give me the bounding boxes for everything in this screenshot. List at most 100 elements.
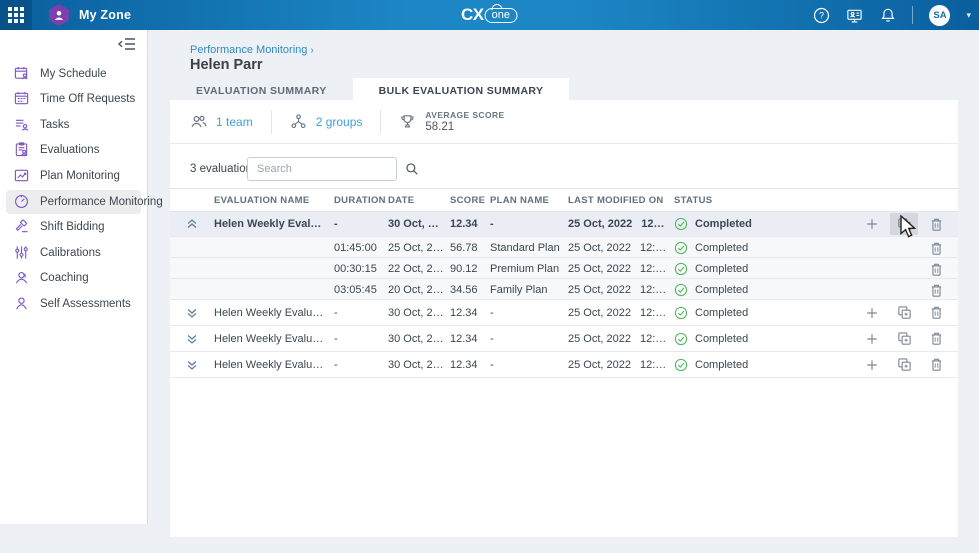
sidebar-item-evaluations[interactable]: Evaluations [6,138,141,162]
status-cell: Completed [674,241,858,255]
add-evaluation-icon[interactable] [858,302,886,324]
help-icon[interactable]: ? [813,7,830,24]
expand-row-icon[interactable] [170,358,214,372]
duration-cell: 03:05:45 [334,284,388,296]
duration-cell: - [334,218,388,230]
row-actions [858,213,958,235]
duration-cell: 00:30:15 [334,263,388,275]
tasks-icon [14,117,30,133]
copy-evaluation-icon[interactable] [890,328,918,350]
collapse-row-icon[interactable] [170,217,214,231]
status-cell: Completed [674,262,858,276]
table-row[interactable]: 03:05:4520 Oct, 202234.56Family Plan25 O… [170,279,958,300]
sidebar-item-tasks[interactable]: Tasks [6,113,141,137]
collapse-sidebar-icon[interactable] [117,36,137,54]
sidebar-item-plan-monitoring[interactable]: Plan Monitoring [6,164,141,188]
delete-evaluation-icon[interactable] [922,302,950,324]
sidebar-item-self-assessments[interactable]: Self Assessments [6,292,141,316]
plan-name-cell: - [490,359,568,371]
completed-check-icon [674,306,688,320]
app-switcher[interactable]: My Zone [48,4,131,26]
sidebar-item-my-schedule[interactable]: My Schedule [6,62,141,86]
sidebar-item-calibrations[interactable]: Calibrations [6,241,141,265]
sidebar-item-label: Shift Bidding [40,221,105,233]
column-header-plan-name: PLAN NAME [490,195,568,206]
average-score-label: AVERAGE SCORE [425,110,504,120]
sidebar-item-label: Tasks [40,119,69,131]
table-row[interactable]: Helen Weekly Evaluation - June…-30 Oct, … [170,212,958,237]
sidebar-item-time-off-requests[interactable]: Time Off Requests [6,87,141,111]
row-actions [858,237,958,259]
bulk-evaluation-card: 1 team 2 groups AVERAGE SCORE 5 [170,100,958,537]
duration-cell: 01:45:00 [334,242,388,254]
top-bar: My Zone CXone ? SA ▾ [0,0,979,30]
app-title: My Zone [79,8,131,22]
delete-evaluation-icon[interactable] [922,237,950,259]
sidebar-item-performance-monitoring[interactable]: Performance Monitoring [6,190,141,214]
table-row[interactable]: 00:30:1522 Oct, 202290.12Premium Plan25 … [170,258,958,279]
delete-evaluation-icon[interactable] [922,354,950,376]
plan-name-cell: - [490,333,568,345]
team-icon [190,113,208,131]
groups-icon [290,113,308,131]
table-row[interactable]: Helen Weekly Evaluation - June 20-30 Oct… [170,300,958,326]
score-cell: 12.34 [450,359,490,371]
sidebar-item-coaching[interactable]: Coaching [6,266,141,290]
svg-text:?: ? [819,10,824,20]
user-menu-chevron-down-icon[interactable]: ▾ [966,10,971,21]
sidebar-item-label: Time Off Requests [40,93,135,105]
add-evaluation-icon[interactable] [858,354,886,376]
status-label: Completed [695,263,748,275]
row-actions [858,328,958,350]
column-header-evaluation-name: EVALUATION NAME [214,195,334,206]
completed-check-icon [674,217,688,231]
breadcrumb-link[interactable]: Performance Monitoring [190,44,307,56]
app-launcher-button[interactable] [0,0,32,30]
table-body: Helen Weekly Evaluation - June…-30 Oct, … [170,212,958,378]
copy-evaluation-icon[interactable] [890,354,918,376]
status-cell: Completed [674,306,858,320]
logo-one-cloud: one [485,8,518,23]
notifications-bell-icon[interactable] [879,7,896,24]
sidebar-item-label: Plan Monitoring [40,170,120,182]
sidebar: My Schedule Time Off Requests Tasks Evaluat… [0,30,148,524]
sidebar-item-shift-bidding[interactable]: Shift Bidding [6,215,141,239]
status-label: Completed [695,284,748,296]
search-input[interactable] [248,163,405,175]
delete-evaluation-icon[interactable] [922,258,950,280]
my-zone-hexagon-icon [48,4,70,26]
copy-evaluation-icon[interactable] [890,302,918,324]
copy-evaluation-icon[interactable] [890,213,918,235]
schedule-icon [14,66,30,82]
monitor-icon[interactable] [846,7,863,24]
status-label: Completed [695,218,752,230]
summary-bar: 1 team 2 groups AVERAGE SCORE 5 [170,100,958,144]
table-row[interactable]: Helen Weekly Evaluation - June 20-30 Oct… [170,352,958,378]
add-evaluation-icon[interactable] [858,328,886,350]
table-row[interactable]: 01:45:0025 Oct, 202256.78Standard Plan25… [170,237,958,258]
table-row[interactable]: Helen Weekly Evaluation - June 20-30 Oct… [170,326,958,352]
add-evaluation-icon[interactable] [858,213,886,235]
completed-check-icon [674,283,688,297]
sidebar-item-label: My Schedule [40,68,106,80]
expand-row-icon[interactable] [170,306,214,320]
score-cell: 56.78 [450,242,490,254]
timeoff-icon [14,91,30,107]
expand-row-icon[interactable] [170,332,214,346]
delete-evaluation-icon[interactable] [922,213,950,235]
user-avatar[interactable]: SA [929,5,950,26]
cxone-logo: CXone [461,0,518,30]
column-header-duration: DURATION [334,195,388,206]
completed-check-icon [674,332,688,346]
topbar-divider [912,6,913,24]
duration-cell: - [334,359,388,371]
breadcrumb[interactable]: Performance Monitoring› [190,44,314,56]
team-label: 1 team [216,115,253,129]
team-link[interactable]: 1 team [190,113,253,131]
groups-link[interactable]: 2 groups [290,113,363,131]
delete-evaluation-icon[interactable] [922,279,950,301]
search-icon[interactable] [405,162,419,176]
sliders-icon [14,245,30,261]
delete-evaluation-icon[interactable] [922,328,950,350]
date-cell: 30 Oct, 2022 [388,218,450,230]
